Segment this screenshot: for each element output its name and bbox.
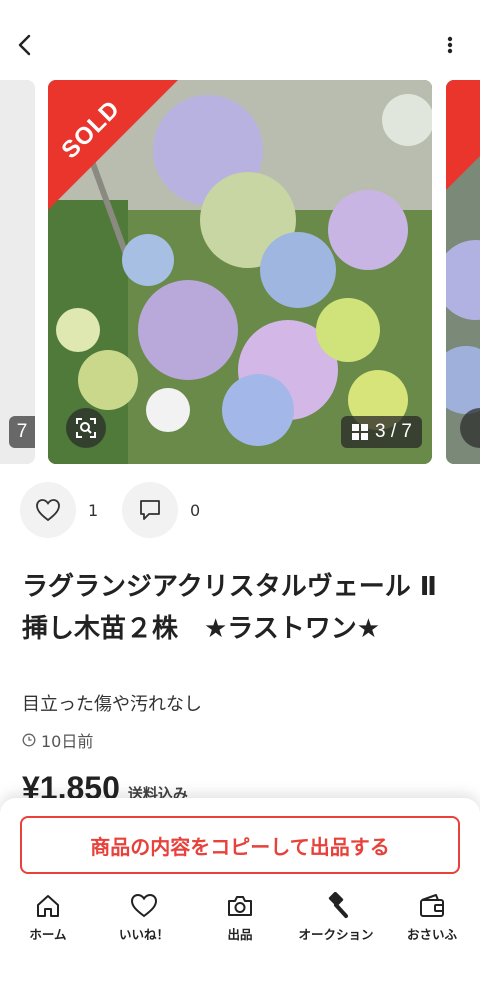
camera-icon <box>228 896 252 916</box>
bottom-tab-bar: ホーム いいね！ 出品 オークション おさいふ <box>0 892 480 948</box>
bottom-panel: 商品の内容をコピーして出品する ホーム いいね！ 出品 オークション おさいふ <box>0 798 480 988</box>
more-vertical-icon <box>447 36 453 54</box>
tab-likes-label: いいね！ <box>118 927 169 942</box>
image-counter-previous: 7 <box>9 416 35 448</box>
posted-time: 10日前 <box>22 728 93 752</box>
comment-count: 0 <box>190 500 201 520</box>
comment-button[interactable] <box>122 482 178 538</box>
tab-home[interactable]: ホーム <box>0 892 96 948</box>
zoom-scan-icon <box>76 418 96 438</box>
tab-auction[interactable]: オークション <box>288 892 384 948</box>
like-count: 1 <box>88 500 99 520</box>
tab-sell[interactable]: 出品 <box>192 892 288 948</box>
reaction-bar: 1 0 <box>20 482 210 538</box>
carousel-slide-previous[interactable]: 7 <box>0 80 35 464</box>
copy-and-list-button[interactable]: 商品の内容をコピーして出品する <box>20 816 460 874</box>
tab-auction-label: オークション <box>298 927 374 942</box>
tab-wallet[interactable]: おさいふ <box>384 892 480 948</box>
carousel-slide-current[interactable]: SOLD 3 / 7 <box>48 80 432 464</box>
image-carousel[interactable]: 7 SOLD 3 / 7 <box>0 80 480 464</box>
tab-home-label: ホーム <box>29 927 67 942</box>
more-options-button[interactable] <box>438 30 462 60</box>
image-counter: 3 / 7 <box>341 416 422 448</box>
tab-likes[interactable]: いいね！ <box>96 892 192 948</box>
zoom-button[interactable] <box>66 408 106 448</box>
sold-ribbon-next <box>446 80 480 190</box>
top-bar <box>0 0 480 90</box>
heart-icon <box>130 893 158 918</box>
home-icon <box>37 895 59 917</box>
wallet-icon <box>420 894 444 917</box>
carousel-slide-next[interactable] <box>446 80 480 464</box>
item-condition: 目立った傷や汚れなし <box>22 694 202 715</box>
gavel-icon <box>328 892 348 918</box>
like-button[interactable] <box>20 482 76 538</box>
item-title: ラグランジアクリスタルヴェール Ⅱ 挿し木苗２株 ★ラストワン★ <box>22 572 437 644</box>
posted-time-text: 10日前 <box>41 732 94 751</box>
comment-icon <box>140 500 160 520</box>
clock-icon <box>22 733 36 747</box>
image-counter-text: 3 / 7 <box>375 421 412 442</box>
grid-icon <box>352 424 369 440</box>
tab-wallet-label: おさいふ <box>406 927 457 942</box>
back-button[interactable] <box>10 30 40 60</box>
heart-icon <box>36 499 60 522</box>
chevron-left-icon <box>18 34 31 56</box>
tab-sell-label: 出品 <box>227 927 253 942</box>
